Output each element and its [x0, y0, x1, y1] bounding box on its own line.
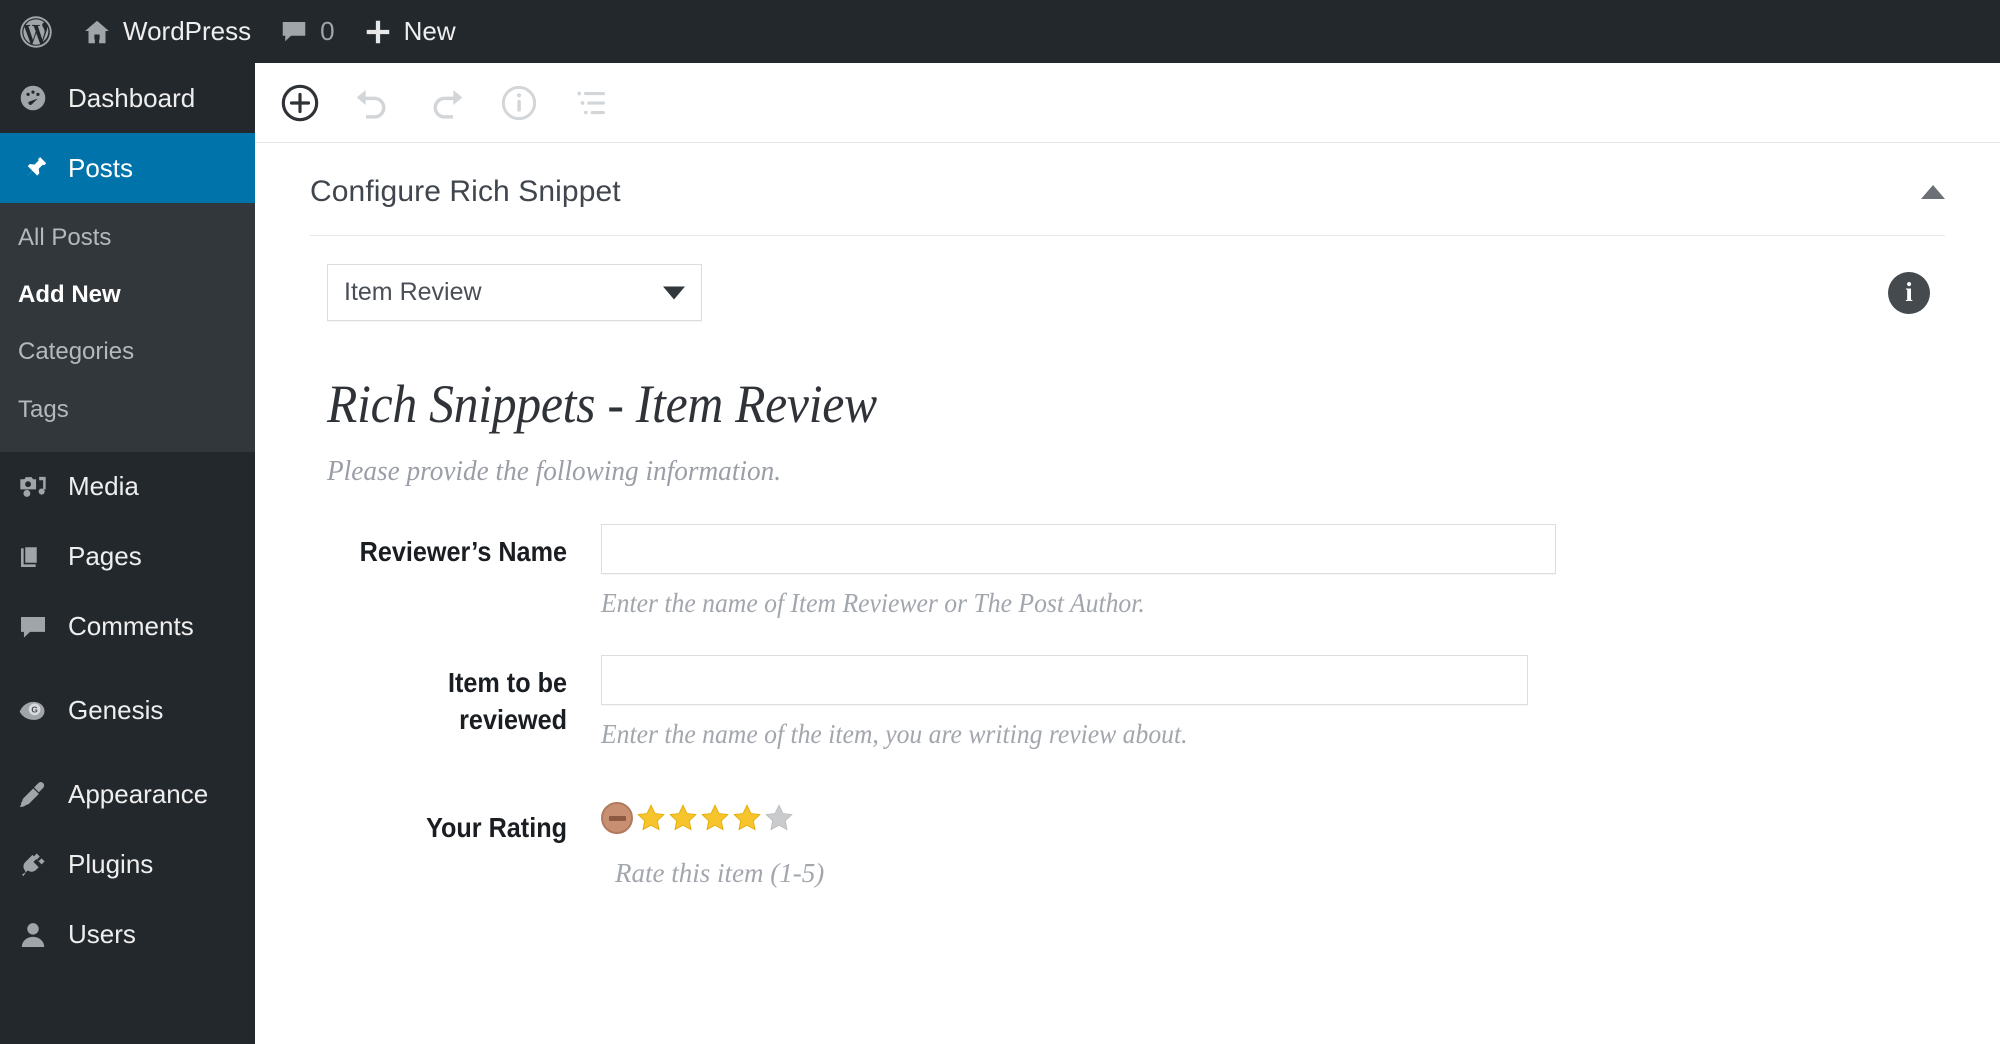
sidebar-item-posts[interactable]: Posts: [0, 133, 255, 203]
sidebar-item-comments[interactable]: Comments: [0, 592, 255, 662]
item-reviewed-control: Enter the name of the item, you are writ…: [567, 655, 1930, 750]
comment-bubble-icon: [279, 17, 309, 47]
sidebar-item-label: Comments: [68, 611, 194, 642]
star-rating-widget[interactable]: [601, 800, 1930, 834]
comments-count: 0: [320, 16, 335, 46]
sidebar-item-label: Genesis: [68, 695, 164, 726]
redo-arrow-icon[interactable]: [422, 79, 470, 127]
sidebar-item-label: Pages: [68, 541, 142, 572]
menu-separator: [0, 746, 255, 760]
snippet-type-select[interactable]: Item Review: [327, 264, 702, 321]
wordpress-admin-screen: WordPress 0 New Dashboard Posts All Post…: [0, 0, 2000, 1044]
media-camera-music-icon: [16, 470, 50, 504]
sidebar-item-label: Dashboard: [68, 82, 196, 113]
menu-separator: [0, 662, 255, 676]
sidebar-item-label: Appearance: [68, 779, 209, 810]
sidebar-item-label: Media: [68, 471, 139, 502]
site-name-label: WordPress: [123, 16, 252, 46]
rich-snippet-form: Rich Snippets - Item Review Please provi…: [255, 373, 2000, 889]
sidebar-item-label: Plugins: [68, 849, 154, 880]
wordpress-logo-icon: [18, 14, 54, 50]
rich-snippet-panel: Configure Rich Snippet Item Review i Ric…: [255, 143, 2000, 889]
snippet-type-value: Item Review: [344, 278, 482, 306]
panel-header[interactable]: Configure Rich Snippet: [310, 143, 1945, 236]
user-icon: [16, 918, 50, 952]
comments-button[interactable]: 0: [265, 0, 348, 63]
star-5-icon[interactable]: [763, 802, 795, 834]
sidebar-item-users[interactable]: Users: [0, 900, 255, 970]
reviewer-name-control: Enter the name of Item Reviewer or The P…: [567, 524, 1930, 619]
comment-bubble-icon: [16, 610, 50, 644]
sidebar-item-pages[interactable]: Pages: [0, 522, 255, 592]
add-block-plus-circle-icon[interactable]: [276, 79, 324, 127]
info-circle-icon[interactable]: [495, 79, 543, 127]
posts-submenu: All Posts Add New Categories Tags: [0, 203, 255, 452]
your-rating-helper: Rate this item (1-5): [615, 858, 825, 888]
wordpress-logo-button[interactable]: [0, 0, 68, 63]
field-row-your-rating: Your Rating Rate this item (1-5): [327, 800, 1930, 889]
star-1-icon[interactable]: [635, 802, 667, 834]
admin-sidebar-menu: Dashboard Posts All Posts Add New Catego…: [0, 63, 255, 1044]
list-view-icon[interactable]: [568, 79, 616, 127]
sidebar-item-media[interactable]: Media: [0, 452, 255, 522]
page-title: Configure Rich Snippet: [310, 175, 621, 208]
svg-text:G: G: [31, 705, 37, 714]
paintbrush-icon: [16, 778, 50, 812]
new-content-button[interactable]: New: [349, 0, 470, 63]
snippet-type-row: Item Review i: [255, 236, 2000, 321]
sidebar-subitem-add-new[interactable]: Add New: [0, 266, 255, 323]
new-content-label: New: [403, 16, 456, 46]
form-title: Rich Snippets - Item Review: [327, 374, 877, 434]
editor-toolbar: [255, 63, 2000, 143]
field-row-reviewer-name: Reviewer’s Name Enter the name of Item R…: [327, 524, 1930, 619]
info-filled-icon[interactable]: i: [1888, 271, 1930, 314]
no-rating-icon[interactable]: [601, 802, 633, 834]
genesis-g-icon: G: [16, 694, 50, 728]
form-subtitle: Please provide the following information…: [327, 455, 782, 487]
home-icon: [82, 17, 112, 47]
admin-bar: WordPress 0 New: [0, 0, 2000, 63]
your-rating-label: Your Rating: [426, 812, 567, 843]
reviewer-name-input[interactable]: [601, 524, 1556, 574]
star-3-icon[interactable]: [699, 802, 731, 834]
item-reviewed-helper: Enter the name of the item, you are writ…: [601, 719, 1188, 749]
pages-stack-icon: [16, 540, 50, 574]
info-letter: i: [1905, 277, 1913, 307]
sidebar-item-appearance[interactable]: Appearance: [0, 760, 255, 830]
item-reviewed-input[interactable]: [601, 655, 1528, 705]
reviewer-name-label: Reviewer’s Name: [359, 536, 567, 567]
block-editor-area: Configure Rich Snippet Item Review i Ric…: [255, 63, 2000, 1044]
star-4-icon[interactable]: [731, 802, 763, 834]
sidebar-subitem-all-posts[interactable]: All Posts: [0, 209, 255, 266]
sidebar-item-label: Users: [68, 919, 136, 950]
sidebar-item-genesis[interactable]: G Genesis: [0, 676, 255, 746]
sidebar-subitem-categories[interactable]: Categories: [0, 323, 255, 380]
item-reviewed-label: Item to be reviewed: [447, 667, 567, 735]
reviewer-name-helper: Enter the name of Item Reviewer or The P…: [601, 588, 1145, 618]
sidebar-item-label: Posts: [68, 152, 134, 183]
site-name-button[interactable]: WordPress: [68, 0, 265, 63]
undo-arrow-icon[interactable]: [349, 79, 397, 127]
dashboard-gauge-icon: [16, 81, 50, 115]
your-rating-control: Rate this item (1-5): [567, 800, 1930, 889]
caret-down-icon: [663, 286, 685, 299]
plus-icon: [363, 17, 393, 47]
sidebar-subitem-tags[interactable]: Tags: [0, 381, 255, 438]
triangle-up-icon[interactable]: [1921, 185, 1945, 199]
field-row-item-reviewed: Item to be reviewed Enter the name of th…: [327, 655, 1930, 750]
star-2-icon[interactable]: [667, 802, 699, 834]
sidebar-item-plugins[interactable]: Plugins: [0, 830, 255, 900]
pushpin-icon: [16, 151, 50, 185]
plug-icon: [16, 848, 50, 882]
sidebar-item-dashboard[interactable]: Dashboard: [0, 63, 255, 133]
